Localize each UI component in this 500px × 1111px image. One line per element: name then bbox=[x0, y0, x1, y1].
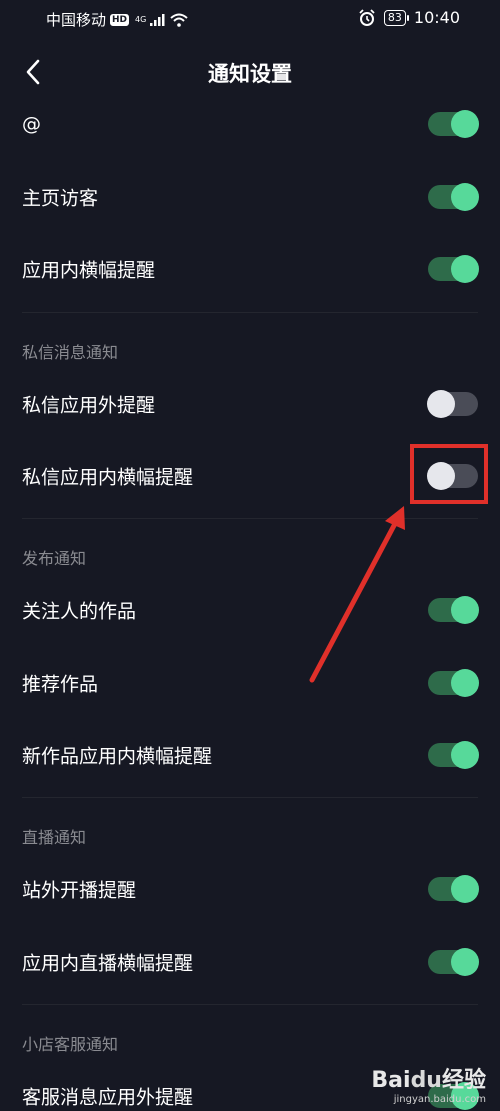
battery-level: 83 bbox=[383, 9, 409, 26]
setting-row-followed-works: 关注人的作品 bbox=[0, 574, 500, 646]
setting-row-dm-outside-app: 私信应用外提醒 bbox=[0, 368, 500, 440]
setting-label: 私信应用外提醒 bbox=[22, 394, 156, 417]
setting-row-profile-visitors: 主页访客 bbox=[0, 161, 500, 233]
live-outside-app-toggle[interactable] bbox=[428, 875, 479, 903]
page-title: 通知设置 bbox=[208, 62, 292, 86]
watermark-logo-bai: Bai bbox=[371, 1068, 411, 1093]
recommended-works-toggle[interactable] bbox=[428, 669, 479, 697]
setting-row-in-app-banner: 应用内横幅提醒 bbox=[0, 233, 500, 305]
highlight-box bbox=[410, 444, 488, 504]
setting-label: 私信应用内横幅提醒 bbox=[22, 466, 194, 489]
section-divider bbox=[22, 1004, 478, 1005]
setting-label: 推荐作品 bbox=[22, 673, 99, 696]
toggle-knob bbox=[451, 669, 479, 697]
setting-row-live-outside-app: 站外开播提醒 bbox=[0, 853, 500, 925]
watermark-logo-suffix: 经验 bbox=[441, 1068, 486, 1093]
setting-label: 客服消息应用外提醒 bbox=[22, 1086, 194, 1109]
notification-settings-screen: 中国移动 HD 4G 83 10:40 通知设置 @ 主页访客 应用内横幅提醒 … bbox=[0, 0, 500, 1111]
setting-label: 主页访客 bbox=[22, 187, 99, 210]
section-title-publish: 发布通知 bbox=[22, 549, 87, 568]
setting-row-mentions: @ bbox=[0, 88, 500, 160]
section-title-live: 直播通知 bbox=[22, 828, 87, 847]
setting-label: 新作品应用内横幅提醒 bbox=[22, 745, 213, 768]
network-type: 4G bbox=[135, 15, 147, 24]
setting-row-recommended-works: 推荐作品 bbox=[0, 647, 500, 719]
hd-badge: HD bbox=[110, 13, 130, 26]
section-title-private-messages: 私信消息通知 bbox=[22, 343, 119, 362]
setting-label: 应用内横幅提醒 bbox=[22, 259, 156, 282]
status-right: 83 10:40 bbox=[358, 8, 460, 27]
in-app-banner-toggle[interactable] bbox=[428, 255, 479, 283]
dm-outside-app-toggle[interactable] bbox=[427, 390, 478, 418]
baidu-watermark: Baidu经验 jingyan.baidu.com bbox=[371, 1062, 486, 1105]
signal-icon bbox=[150, 13, 165, 26]
mentions-toggle[interactable] bbox=[428, 110, 479, 138]
watermark-logo: Baidu经验 bbox=[371, 1062, 486, 1094]
status-bar: 中国移动 HD 4G 83 10:40 bbox=[0, 0, 500, 40]
setting-label: @ bbox=[22, 113, 41, 135]
new-works-banner-toggle[interactable] bbox=[428, 741, 479, 769]
watermark-logo-du: du bbox=[410, 1068, 442, 1093]
profile-visitors-toggle[interactable] bbox=[428, 183, 479, 211]
live-in-app-banner-toggle[interactable] bbox=[428, 948, 479, 976]
setting-label: 站外开播提醒 bbox=[22, 879, 137, 902]
clock-time: 10:40 bbox=[413, 8, 460, 27]
toggle-knob bbox=[451, 741, 479, 769]
setting-row-new-works-banner: 新作品应用内横幅提醒 bbox=[0, 719, 500, 791]
section-divider bbox=[22, 312, 478, 313]
toggle-knob bbox=[451, 875, 479, 903]
toggle-knob bbox=[427, 390, 455, 418]
setting-row-live-in-app-banner: 应用内直播横幅提醒 bbox=[0, 926, 500, 998]
section-title-shop-service: 小店客服通知 bbox=[22, 1035, 119, 1054]
setting-label: 应用内直播横幅提醒 bbox=[22, 952, 194, 975]
setting-label: 关注人的作品 bbox=[22, 600, 137, 623]
toggle-knob bbox=[451, 596, 479, 624]
alarm-icon bbox=[359, 8, 375, 26]
watermark-url: jingyan.baidu.com bbox=[393, 1094, 486, 1105]
toggle-knob bbox=[451, 948, 479, 976]
toggle-knob bbox=[451, 110, 479, 138]
toggle-knob bbox=[451, 183, 479, 211]
toggle-knob bbox=[451, 255, 479, 283]
section-divider bbox=[22, 797, 478, 798]
status-left: 中国移动 HD 4G bbox=[46, 9, 188, 30]
carrier-name: 中国移动 bbox=[46, 11, 107, 29]
wifi-icon bbox=[170, 13, 188, 27]
followed-works-toggle[interactable] bbox=[428, 596, 479, 624]
section-divider bbox=[22, 518, 478, 519]
